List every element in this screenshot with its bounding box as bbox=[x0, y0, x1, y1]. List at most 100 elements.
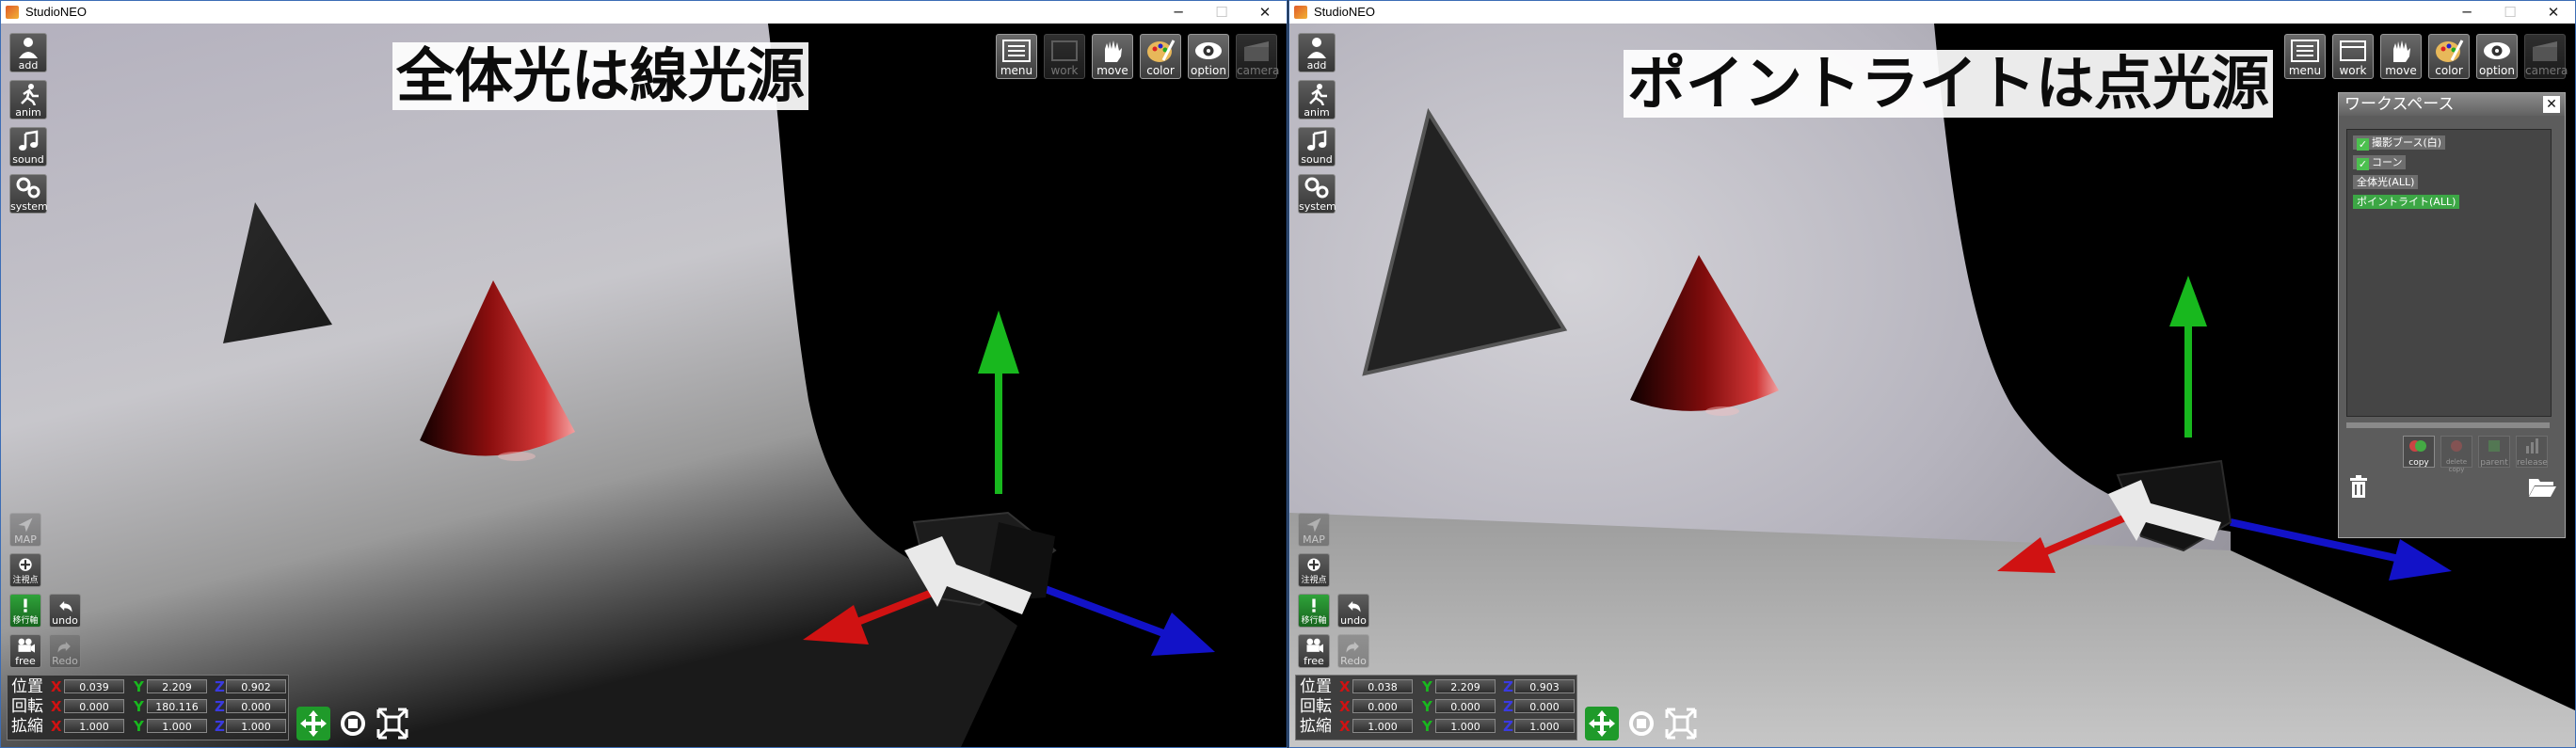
scale-icon bbox=[376, 708, 408, 740]
window-title: StudioNEO bbox=[25, 5, 88, 19]
free-camera-button[interactable]: free bbox=[1298, 634, 1330, 668]
side-system-button[interactable]: system bbox=[9, 174, 48, 214]
caption-overlay: ポイントライトは点光源 bbox=[1624, 50, 2274, 118]
scale-row: 拡縮 X 1.000 Y 1.000 Z 1.000 bbox=[1296, 717, 1576, 736]
toolbar-work-button[interactable]: work bbox=[2332, 34, 2374, 79]
focus-point-button[interactable]: 注視点 bbox=[9, 553, 41, 587]
palette-icon bbox=[2436, 40, 2464, 62]
move-mode-button[interactable] bbox=[1585, 707, 1619, 740]
studioneo-window-right: StudioNEO ─ ☐ ✕ ポイントライトは点光源 menu work mo… bbox=[1288, 0, 2576, 748]
toolbar-option-button[interactable]: option bbox=[1188, 34, 1229, 79]
3d-viewport[interactable]: ポイントライトは点光源 menu work move color option bbox=[1289, 24, 2575, 747]
window-title: StudioNEO bbox=[1314, 5, 1376, 19]
trash-icon bbox=[2350, 475, 2367, 498]
scene-render bbox=[1, 24, 1287, 747]
rotate-mode-button[interactable] bbox=[336, 707, 370, 740]
menu-icon bbox=[2291, 40, 2319, 62]
copy-button[interactable]: copy bbox=[2403, 436, 2435, 468]
palette-icon bbox=[1147, 40, 1176, 62]
workspace-item[interactable]: ✓ コーン bbox=[2353, 155, 2407, 170]
trash-button[interactable] bbox=[2344, 473, 2373, 501]
scale-x-field[interactable]: 1.000 bbox=[1352, 719, 1413, 733]
menu-icon bbox=[1002, 40, 1031, 62]
toolbar-color-button[interactable]: color bbox=[2428, 34, 2470, 79]
title-bar: StudioNEO ─ ☐ ✕ bbox=[1, 1, 1287, 24]
position-row: 位置 X 0.038 Y 2.209 Z 0.903 bbox=[1296, 677, 1576, 696]
close-icon[interactable]: ✕ bbox=[1243, 1, 1287, 24]
scale-mode-button[interactable] bbox=[376, 707, 409, 740]
workspace-item[interactable]: ✓ 撮影ブース(白) bbox=[2353, 135, 2446, 151]
workspace-item[interactable]: 全体光(ALL) bbox=[2353, 175, 2419, 189]
scale-z-field[interactable]: 1.000 bbox=[226, 719, 286, 733]
rotation-z-field[interactable]: 0.000 bbox=[1514, 699, 1575, 713]
gears-icon bbox=[16, 177, 40, 199]
rotation-x-field[interactable]: 0.000 bbox=[64, 699, 124, 713]
rotation-z-field[interactable]: 0.000 bbox=[226, 699, 286, 713]
work-icon bbox=[2340, 40, 2366, 61]
toolbar-move-button[interactable]: move bbox=[2380, 34, 2422, 79]
free-camera-button[interactable]: free bbox=[9, 634, 41, 668]
scale-z-field[interactable]: 1.000 bbox=[1514, 719, 1575, 733]
side-sound-button[interactable]: sound bbox=[9, 127, 47, 167]
position-y-field[interactable]: 2.209 bbox=[1435, 679, 1496, 693]
scale-y-field[interactable]: 1.000 bbox=[147, 719, 207, 733]
position-z-field[interactable]: 0.902 bbox=[226, 679, 286, 693]
crosshair-icon bbox=[1307, 558, 1320, 571]
focus-point-button[interactable]: 注視点 bbox=[1298, 553, 1330, 587]
3d-viewport[interactable]: 全体光は線光源 menu work move color option came… bbox=[1, 24, 1287, 747]
scale-mode-button[interactable] bbox=[1664, 707, 1698, 740]
toolbar-move-button[interactable]: move bbox=[1092, 34, 1133, 79]
checkmark-icon[interactable]: ✓ bbox=[2357, 158, 2369, 170]
toolbar-option-button[interactable]: option bbox=[2476, 34, 2518, 79]
rotation-row: 回転 X 0.000 Y 180.116 Z 0.000 bbox=[8, 697, 288, 716]
side-system-button[interactable]: system bbox=[1298, 174, 1336, 214]
minimize-icon[interactable]: ─ bbox=[2445, 1, 2488, 24]
rotation-y-field[interactable]: 180.116 bbox=[147, 699, 207, 713]
position-x-field[interactable]: 0.038 bbox=[1352, 679, 1413, 693]
side-anim-button[interactable]: anim bbox=[9, 80, 47, 119]
toolbar-menu-button[interactable]: menu bbox=[2284, 34, 2326, 79]
eye-icon bbox=[2484, 42, 2510, 59]
side-add-button[interactable]: add bbox=[1298, 33, 1336, 72]
toolbar-color-button[interactable]: color bbox=[1140, 34, 1181, 79]
minimize-icon[interactable]: ─ bbox=[1157, 1, 1200, 24]
undo-icon bbox=[1348, 601, 1361, 613]
side-anim-button[interactable]: anim bbox=[1298, 80, 1336, 119]
parent-button: parent bbox=[2478, 436, 2510, 468]
position-x-field[interactable]: 0.039 bbox=[64, 679, 124, 693]
rotate-mode-button[interactable] bbox=[1624, 707, 1658, 740]
close-icon[interactable]: ✕ bbox=[2532, 1, 2575, 24]
axis-button[interactable]: 移行軸 bbox=[9, 594, 41, 628]
exclamation-icon bbox=[1312, 598, 1316, 613]
redo-button: Redo bbox=[1337, 634, 1369, 668]
position-y-field[interactable]: 2.209 bbox=[147, 679, 207, 693]
toolbar-camera-button: camera bbox=[1236, 34, 1279, 79]
move-mode-button[interactable] bbox=[296, 707, 330, 740]
camera-icon bbox=[1244, 41, 1269, 61]
position-z-field[interactable]: 0.903 bbox=[1514, 679, 1575, 693]
redo-button: Redo bbox=[49, 634, 81, 668]
rotate-icon bbox=[1629, 711, 1654, 736]
axis-button[interactable]: 移行軸 bbox=[1298, 594, 1330, 628]
scale-y-field[interactable]: 1.000 bbox=[1435, 719, 1496, 733]
side-add-button[interactable]: add bbox=[9, 33, 47, 72]
workspace-close-button[interactable]: ✕ bbox=[2543, 96, 2560, 113]
eye-icon bbox=[1195, 42, 1222, 59]
side-sound-button[interactable]: sound bbox=[1298, 127, 1336, 167]
scale-x-field[interactable]: 1.000 bbox=[64, 719, 124, 733]
delete-copy-button: delete copy bbox=[2440, 436, 2472, 473]
rotation-x-field[interactable]: 0.000 bbox=[1352, 699, 1413, 713]
workspace-scrollbar[interactable] bbox=[2346, 422, 2550, 428]
undo-button[interactable]: undo bbox=[49, 594, 81, 628]
toolbar-menu-button[interactable]: menu bbox=[996, 34, 1037, 79]
move-arrows-icon bbox=[1589, 710, 1615, 737]
checkmark-icon[interactable]: ✓ bbox=[2357, 138, 2369, 151]
folder-button[interactable] bbox=[2527, 473, 2557, 500]
hand-icon bbox=[2393, 40, 2410, 62]
movie-camera-icon bbox=[1306, 638, 1323, 653]
undo-button[interactable]: undo bbox=[1337, 594, 1369, 628]
map-button: MAP bbox=[1298, 513, 1330, 547]
workspace-item-selected[interactable]: ポイントライト(ALL) bbox=[2353, 195, 2460, 209]
workspace-tree: ✓ 撮影ブース(白) ✓ コーン 全体光(ALL) ポイントライト(ALL) bbox=[2346, 129, 2552, 417]
rotation-y-field[interactable]: 0.000 bbox=[1435, 699, 1496, 713]
